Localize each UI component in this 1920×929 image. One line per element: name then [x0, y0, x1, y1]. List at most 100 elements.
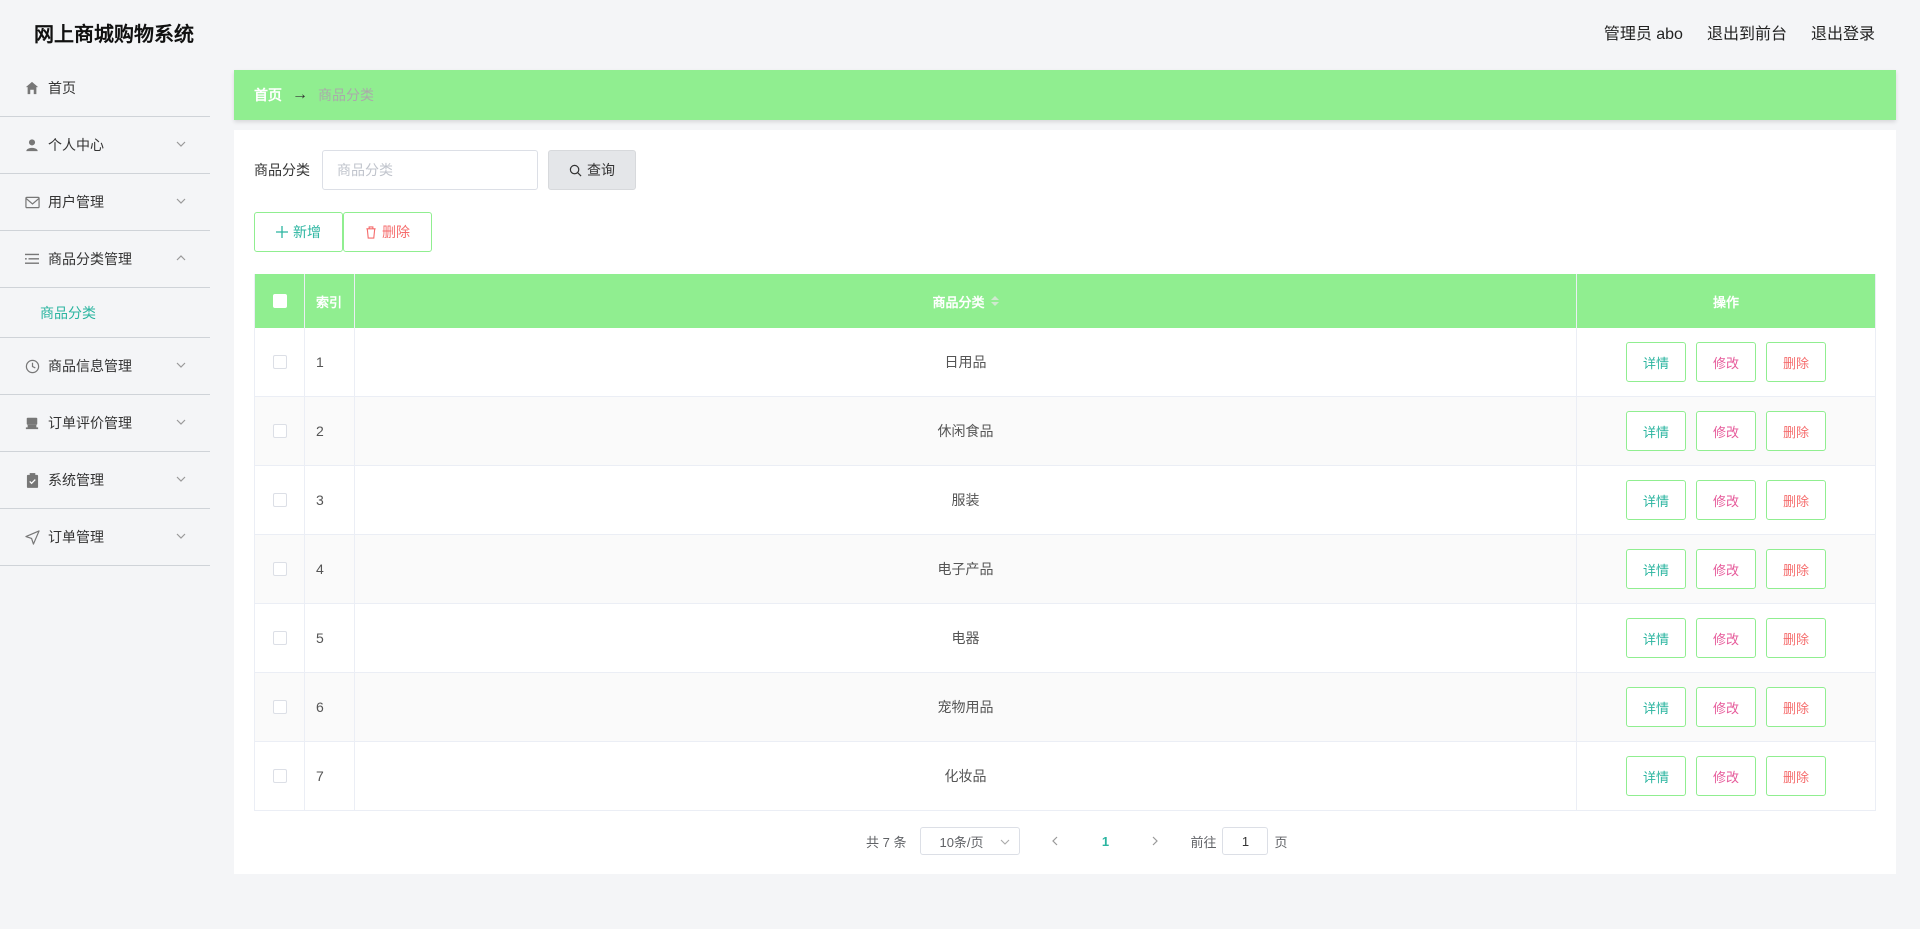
sidebar-item-home[interactable]: 首页	[0, 60, 210, 117]
detail-button[interactable]: 详情	[1626, 549, 1686, 589]
shop-icon	[24, 415, 40, 431]
search-row: 商品分类 查询	[254, 150, 636, 190]
row-category-name: 电子产品	[355, 535, 1577, 603]
add-button[interactable]: 新增	[254, 212, 343, 252]
delete-button[interactable]: 删除	[1766, 342, 1826, 382]
main-panel: 商品分类 查询 新增 删除 索引 商品分类 操作	[234, 130, 1896, 874]
row-category-name: 休闲食品	[355, 397, 1577, 465]
trash-icon	[366, 225, 376, 239]
edit-button[interactable]: 修改	[1696, 756, 1756, 796]
row-operations: 详情 修改 删除	[1577, 604, 1875, 672]
page-number-current[interactable]: 1	[1090, 834, 1120, 849]
detail-button[interactable]: 详情	[1626, 618, 1686, 658]
row-index: 3	[305, 466, 355, 534]
sidebar-item-user-management[interactable]: 用户管理	[0, 174, 210, 231]
chevron-left-icon	[1052, 836, 1058, 846]
detail-button[interactable]: 详情	[1626, 687, 1686, 727]
user-icon	[24, 137, 40, 153]
detail-button[interactable]: 详情	[1626, 411, 1686, 451]
next-page-button[interactable]	[1140, 827, 1170, 855]
sidebar: 首页 个人中心 用户管理 商品分类管理 商品分类 商品信息管理 订单评价管理 系…	[0, 60, 210, 929]
category-search-input[interactable]	[322, 150, 538, 190]
logout-link[interactable]: 退出登录	[1811, 20, 1875, 44]
delete-button[interactable]: 删除	[1766, 756, 1826, 796]
edit-button[interactable]: 修改	[1696, 411, 1756, 451]
edit-button[interactable]: 修改	[1696, 480, 1756, 520]
header-actions: 管理员 abo 退出到前台 退出登录	[1604, 20, 1875, 44]
chevron-down-icon	[176, 362, 186, 368]
detail-button[interactable]: 详情	[1626, 480, 1686, 520]
row-checkbox[interactable]	[272, 631, 287, 645]
page-size-value: 10条/页	[939, 834, 984, 850]
row-operations: 详情 修改 删除	[1577, 397, 1875, 465]
goto-suffix: 页	[1274, 834, 1288, 850]
sidebar-item-label: 个人中心	[48, 137, 104, 153]
clock-icon	[24, 358, 40, 374]
page-size-select[interactable]: 10条/页	[920, 827, 1021, 855]
chevron-down-icon	[176, 141, 186, 147]
breadcrumb-home[interactable]: 首页	[254, 85, 282, 105]
row-checkbox[interactable]	[272, 562, 287, 576]
breadcrumb-arrow-icon: →	[292, 86, 308, 103]
sidebar-item-order-review-management[interactable]: 订单评价管理	[0, 395, 210, 452]
prev-page-button[interactable]	[1040, 827, 1070, 855]
edit-button[interactable]: 修改	[1696, 687, 1756, 727]
goto-prefix: 前往	[1190, 834, 1217, 850]
table-row: 4 电子产品 详情 修改 删除	[255, 535, 1875, 604]
table-row: 7 化妆品 详情 修改 删除	[255, 742, 1875, 811]
mail-icon	[24, 194, 40, 210]
sidebar-subitem-category[interactable]: 商品分类	[0, 288, 210, 338]
clipboard-icon	[24, 472, 40, 488]
detail-button[interactable]: 详情	[1626, 756, 1686, 796]
edit-button[interactable]: 修改	[1696, 618, 1756, 658]
batch-delete-button[interactable]: 删除	[343, 212, 432, 252]
row-category-name: 宠物用品	[355, 673, 1577, 741]
edit-button[interactable]: 修改	[1696, 342, 1756, 382]
add-button-label: 新增	[293, 224, 321, 240]
home-icon	[24, 80, 40, 96]
row-operations: 详情 修改 删除	[1577, 535, 1875, 603]
sidebar-item-label: 首页	[48, 80, 76, 96]
goto-page-input[interactable]	[1222, 827, 1269, 855]
send-icon	[24, 529, 40, 545]
chevron-right-icon	[1153, 836, 1159, 846]
sidebar-item-system-management[interactable]: 系统管理	[0, 452, 210, 509]
chevron-down-icon	[176, 476, 186, 482]
delete-button[interactable]: 删除	[1766, 480, 1826, 520]
query-button[interactable]: 查询	[548, 150, 636, 190]
row-checkbox[interactable]	[272, 700, 287, 714]
row-checkbox[interactable]	[272, 769, 287, 783]
header-category[interactable]: 商品分类	[355, 274, 1577, 328]
sidebar-item-label: 商品信息管理	[48, 358, 132, 374]
row-checkbox[interactable]	[272, 355, 287, 369]
sort-icon[interactable]	[990, 296, 999, 306]
query-button-label: 查询	[587, 162, 615, 178]
delete-button[interactable]: 删除	[1766, 687, 1826, 727]
row-category-name: 电器	[355, 604, 1577, 672]
sidebar-item-order-management[interactable]: 订单管理	[0, 509, 210, 566]
to-front-link[interactable]: 退出到前台	[1707, 20, 1787, 44]
row-operations: 详情 修改 删除	[1577, 466, 1875, 534]
row-category-name: 服装	[355, 466, 1577, 534]
row-category-name: 日用品	[355, 328, 1577, 396]
row-checkbox[interactable]	[272, 424, 287, 438]
delete-button[interactable]: 删除	[1766, 411, 1826, 451]
delete-button[interactable]: 删除	[1766, 618, 1826, 658]
row-operations: 详情 修改 删除	[1577, 328, 1875, 396]
table-row: 2 休闲食品 详情 修改 删除	[255, 397, 1875, 466]
select-all-checkbox[interactable]	[272, 294, 287, 308]
chevron-down-icon	[176, 533, 186, 539]
table-row: 6 宠物用品 详情 修改 删除	[255, 673, 1875, 742]
row-checkbox[interactable]	[272, 493, 287, 507]
sidebar-item-label: 用户管理	[48, 194, 104, 210]
sidebar-item-category-management[interactable]: 商品分类管理	[0, 231, 210, 288]
delete-button[interactable]: 删除	[1766, 549, 1826, 589]
search-label: 商品分类	[254, 162, 310, 178]
edit-button[interactable]: 修改	[1696, 549, 1756, 589]
breadcrumb: 首页 → 商品分类	[234, 70, 1896, 120]
row-index: 5	[305, 604, 355, 672]
chevron-down-icon	[176, 198, 186, 204]
sidebar-item-personal-center[interactable]: 个人中心	[0, 117, 210, 174]
detail-button[interactable]: 详情	[1626, 342, 1686, 382]
sidebar-item-product-management[interactable]: 商品信息管理	[0, 338, 210, 395]
